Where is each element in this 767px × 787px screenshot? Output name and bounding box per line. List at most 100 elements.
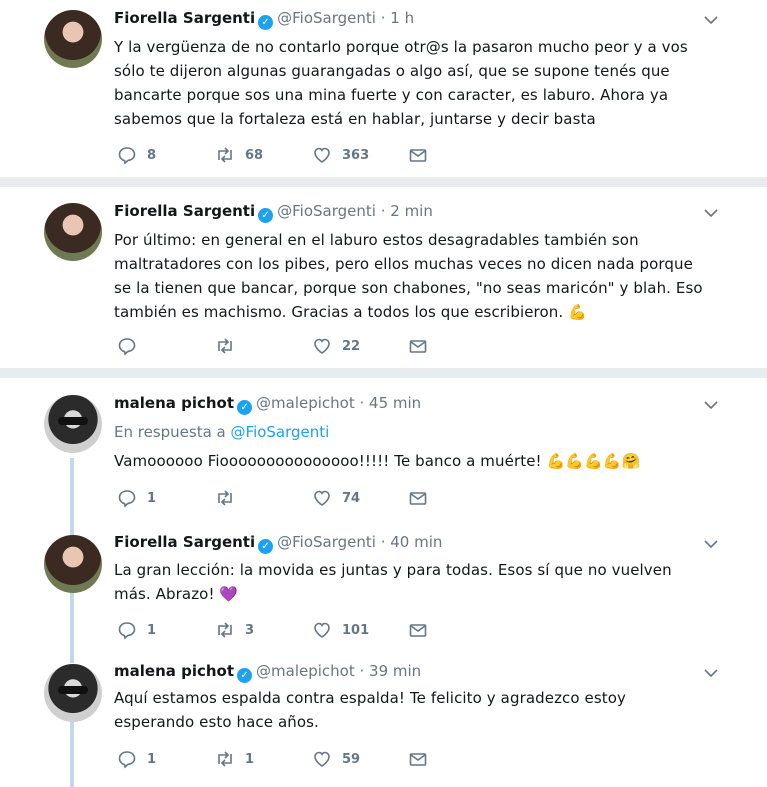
- timestamp[interactable]: · 1 h: [381, 9, 414, 27]
- envelope-icon: [409, 753, 427, 766]
- tweet-header: malena pichot ✓ @malepichot · 39 min: [114, 662, 421, 683]
- like-button[interactable]: 363: [312, 145, 369, 165]
- display-name[interactable]: Fiorella Sargenti: [114, 533, 255, 551]
- tweet[interactable]: Fiorella Sargenti ✓ @FioSargenti · 2 min P…: [0, 187, 767, 368]
- retweet-icon: [218, 751, 232, 767]
- tweet-header: Fiorella Sargenti ✓ @FioSargenti · 2 min: [114, 202, 433, 223]
- display-name[interactable]: malena pichot: [114, 394, 234, 412]
- avatar[interactable]: [44, 10, 102, 68]
- display-name[interactable]: malena pichot: [114, 662, 234, 680]
- user-handle[interactable]: @FioSargenti: [277, 202, 376, 220]
- reply-icon: [118, 622, 136, 640]
- like-button[interactable]: 22: [312, 336, 360, 356]
- tweet[interactable]: Fiorella Sargenti ✓ @FioSargenti · 40 min …: [0, 518, 767, 651]
- user-handle[interactable]: @malepichot: [256, 662, 355, 680]
- tweet[interactable]: malena pichot ✓ @malepichot · 45 min En re…: [0, 378, 767, 518]
- verified-badge-icon: ✓: [258, 15, 274, 30]
- tweet-text: Por último: en general en el laburo esto…: [114, 231, 703, 321]
- like-count: 22: [342, 338, 361, 354]
- reply-count: 1: [147, 751, 157, 767]
- user-handle[interactable]: @malepichot: [256, 394, 355, 412]
- heart-icon: [314, 338, 330, 354]
- envelope-icon: [409, 340, 427, 353]
- retweet-icon: [218, 338, 232, 354]
- user-handle[interactable]: @FioSargenti: [277, 9, 376, 27]
- tweet-text: Y la vergüenza de no contarlo porque otr…: [114, 38, 688, 128]
- heart-icon: [314, 147, 330, 163]
- reply-icon: [118, 147, 136, 165]
- verified-badge-icon: ✓: [237, 668, 253, 683]
- tweet-header: Fiorella Sargenti ✓ @FioSargenti · 40 min: [114, 533, 442, 554]
- timestamp[interactable]: · 40 min: [381, 533, 443, 551]
- chevron-down-icon[interactable]: [703, 536, 719, 552]
- verified-badge-icon: ✓: [258, 539, 274, 554]
- direct-message-button[interactable]: [408, 336, 438, 356]
- avatar[interactable]: [44, 664, 102, 722]
- display-name[interactable]: Fiorella Sargenti: [114, 202, 255, 220]
- timestamp[interactable]: · 39 min: [360, 662, 422, 680]
- envelope-icon: [409, 492, 427, 505]
- chevron-down-icon[interactable]: [703, 397, 719, 413]
- chevron-down-icon[interactable]: [703, 12, 719, 28]
- retweet-button[interactable]: [215, 488, 245, 508]
- retweet-button[interactable]: 68: [215, 145, 263, 165]
- tweet[interactable]: malena pichot ✓ @malepichot · 39 min Aquí …: [0, 651, 767, 787]
- retweet-count: 68: [245, 147, 264, 163]
- verified-badge-icon: ✓: [258, 208, 274, 223]
- retweet-button[interactable]: 1: [215, 749, 254, 769]
- reply-icon: [118, 338, 136, 356]
- retweet-count: 3: [245, 622, 255, 638]
- reply-button[interactable]: 1: [117, 749, 156, 769]
- reply-label: En respuesta a: [114, 423, 226, 441]
- tweet[interactable]: Fiorella Sargenti ✓ @FioSargenti · 1 h Y l…: [0, 0, 767, 177]
- tweet-text: Vamoooooo Fiooooooooooooooo!!!!! Te banc…: [114, 452, 641, 470]
- user-handle[interactable]: @FioSargenti: [277, 533, 376, 551]
- tweet-header: malena pichot ✓ @malepichot · 45 min: [114, 394, 421, 415]
- section-separator: [0, 177, 767, 187]
- like-button[interactable]: 74: [312, 488, 360, 508]
- retweet-icon: [218, 147, 232, 163]
- reply-button[interactable]: 8: [117, 145, 156, 165]
- direct-message-button[interactable]: [408, 145, 438, 165]
- timestamp[interactable]: · 2 min: [381, 202, 433, 220]
- chevron-down-icon[interactable]: [703, 205, 719, 221]
- like-count: 74: [342, 490, 361, 506]
- reply-count: 8: [147, 147, 157, 163]
- reply-button[interactable]: 1: [117, 488, 156, 508]
- tweet-text: Aquí estamos espalda contra espalda! Te …: [114, 689, 627, 731]
- envelope-icon: [409, 624, 427, 637]
- direct-message-button[interactable]: [408, 749, 438, 769]
- like-button[interactable]: 59: [312, 749, 360, 769]
- reply-handle-link[interactable]: @FioSargenti: [231, 423, 330, 441]
- like-count: 59: [342, 751, 361, 767]
- section-separator: [0, 368, 767, 378]
- reply-count: 1: [147, 622, 157, 638]
- retweet-icon: [218, 490, 232, 506]
- reply-count: 1: [147, 490, 157, 506]
- envelope-icon: [409, 149, 427, 162]
- avatar[interactable]: [44, 203, 102, 261]
- reply-icon: [118, 751, 136, 769]
- display-name[interactable]: Fiorella Sargenti: [114, 9, 255, 27]
- reply-button[interactable]: 1: [117, 620, 156, 640]
- heart-icon: [314, 751, 330, 767]
- avatar[interactable]: [44, 395, 102, 453]
- retweet-button[interactable]: [215, 336, 245, 356]
- tweet-text: La gran lección: la movida es juntas y p…: [114, 561, 672, 603]
- like-button[interactable]: 101: [312, 620, 369, 640]
- retweet-button[interactable]: 3: [215, 620, 254, 640]
- reply-button[interactable]: [117, 336, 147, 356]
- direct-message-button[interactable]: [408, 488, 438, 508]
- avatar[interactable]: [44, 535, 102, 593]
- chevron-down-icon[interactable]: [703, 665, 719, 681]
- heart-icon: [314, 622, 330, 638]
- like-count: 363: [342, 147, 370, 163]
- retweet-count: 1: [245, 751, 255, 767]
- reply-context: En respuesta a @FioSargenti: [114, 423, 329, 441]
- retweet-icon: [218, 622, 232, 638]
- timestamp[interactable]: · 45 min: [360, 394, 422, 412]
- direct-message-button[interactable]: [408, 620, 438, 640]
- like-count: 101: [342, 622, 370, 638]
- verified-badge-icon: ✓: [237, 400, 253, 415]
- heart-icon: [314, 490, 330, 506]
